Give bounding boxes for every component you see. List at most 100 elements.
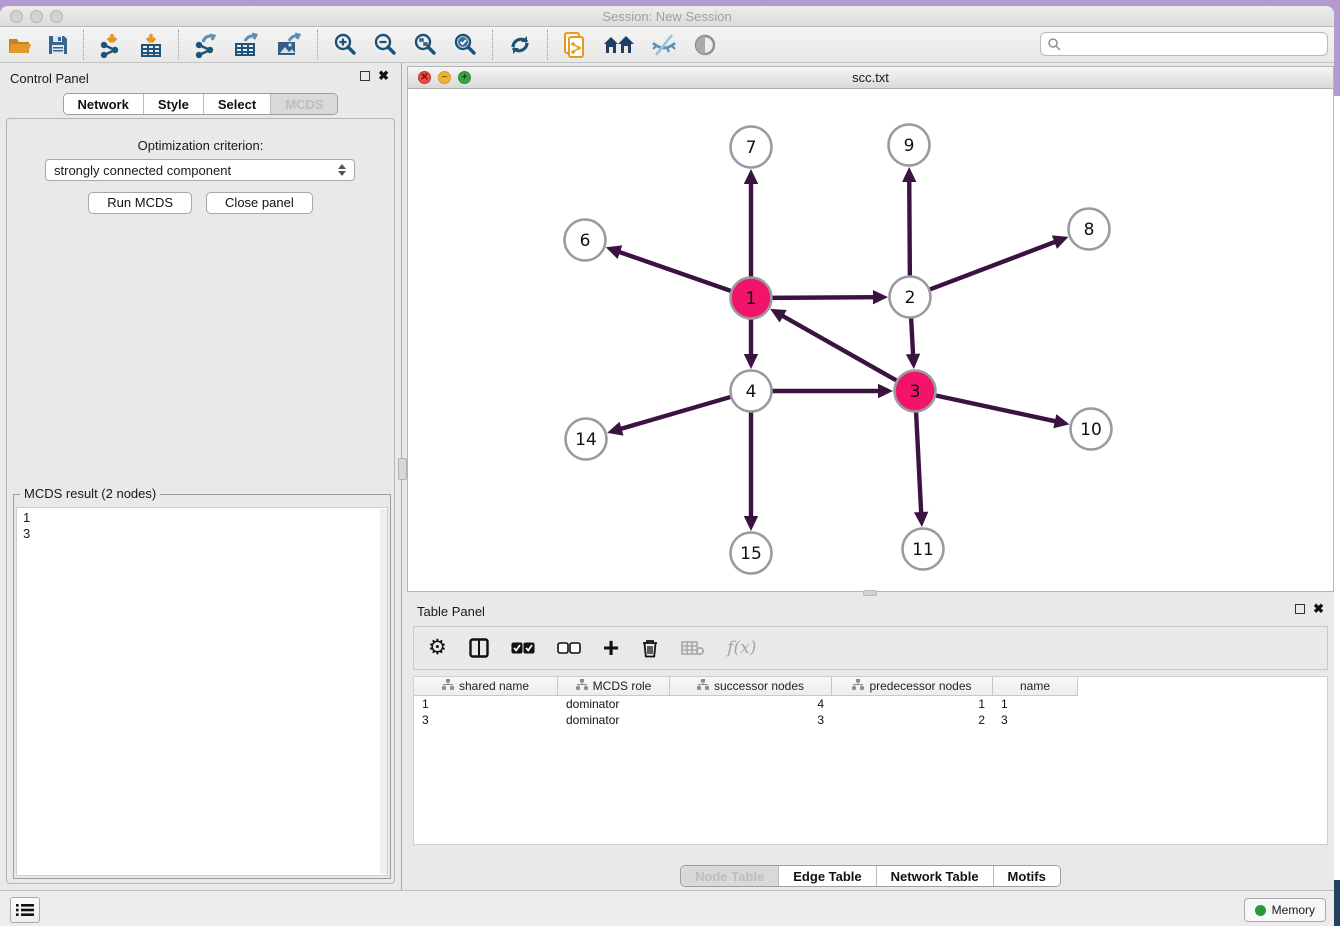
- show-all-icon[interactable]: [692, 29, 718, 61]
- optimization-criterion-label: Optimization criterion:: [7, 138, 394, 153]
- node-4[interactable]: 4: [731, 371, 772, 412]
- arrowhead-2-3: [906, 354, 920, 369]
- first-neighbors-icon[interactable]: [602, 29, 636, 61]
- edge-3-1[interactable]: [781, 315, 899, 382]
- cell[interactable]: 1: [832, 696, 993, 712]
- split-columns-icon[interactable]: [469, 638, 489, 658]
- optimization-criterion-select[interactable]: strongly connected component: [45, 159, 355, 181]
- table-toolbar: ⚙ + f(x): [413, 626, 1328, 670]
- open-session-icon[interactable]: [7, 29, 33, 61]
- edge-3-10[interactable]: [934, 395, 1058, 422]
- scrollbar-track[interactable]: [380, 509, 387, 874]
- arrowhead-2-9: [902, 167, 916, 182]
- delete-column-icon[interactable]: [641, 638, 659, 658]
- column-header-MCDS-role[interactable]: MCDS role: [558, 677, 670, 696]
- node-14[interactable]: 14: [566, 419, 607, 460]
- hide-selected-icon[interactable]: [650, 29, 678, 61]
- export-network-icon[interactable]: [193, 29, 219, 61]
- node-7[interactable]: 7: [731, 127, 772, 168]
- task-history-button[interactable]: [10, 897, 40, 923]
- cell[interactable]: 3: [670, 712, 832, 728]
- toolbar-separator: [492, 30, 493, 60]
- horizontal-splitter-grip[interactable]: [863, 590, 877, 596]
- tab-node-table[interactable]: Node Table: [681, 866, 778, 886]
- node-6[interactable]: 6: [565, 220, 606, 261]
- column-label: successor nodes: [714, 679, 804, 693]
- cell[interactable]: 1: [414, 696, 558, 712]
- arrowhead-4-14: [607, 422, 623, 436]
- new-network-from-selection-icon[interactable]: [562, 29, 588, 61]
- function-builder-icon[interactable]: f(x): [727, 638, 756, 658]
- float-panel-icon[interactable]: [1295, 604, 1305, 614]
- float-panel-icon[interactable]: [360, 71, 370, 81]
- cell[interactable]: 3: [414, 712, 558, 728]
- node-2[interactable]: 2: [890, 277, 931, 318]
- node-15[interactable]: 15: [731, 533, 772, 574]
- close-panel-icon[interactable]: ✖: [378, 71, 389, 81]
- edge-1-6[interactable]: [617, 251, 733, 292]
- edge-3-11[interactable]: [916, 410, 921, 515]
- cell[interactable]: dominator: [558, 712, 670, 728]
- tab-network[interactable]: Network: [64, 94, 143, 114]
- zoom-out-icon[interactable]: [372, 29, 398, 61]
- node-8[interactable]: 8: [1069, 209, 1110, 250]
- mcds-result-list[interactable]: 1 3: [16, 507, 388, 876]
- cell[interactable]: 3: [993, 712, 1078, 728]
- column-label: predecessor nodes: [869, 679, 971, 693]
- tab-edge-table[interactable]: Edge Table: [778, 866, 875, 886]
- gear-icon[interactable]: ⚙: [428, 638, 447, 658]
- node-1[interactable]: 1: [731, 278, 772, 319]
- network-canvas[interactable]: 7 9 6 8 1 2 4 3 14 10 15 11: [408, 89, 1333, 591]
- selected-option: strongly connected component: [54, 163, 338, 178]
- cell[interactable]: dominator: [558, 696, 670, 712]
- memory-button[interactable]: Memory: [1244, 898, 1326, 922]
- deselect-all-checkboxes-icon[interactable]: [557, 642, 581, 654]
- search-input[interactable]: [1065, 37, 1327, 51]
- table-row[interactable]: 1dominator411: [414, 696, 1327, 712]
- zoom-in-icon[interactable]: [332, 29, 358, 61]
- column-header-shared-name[interactable]: shared name: [414, 677, 558, 696]
- tab-select[interactable]: Select: [203, 94, 270, 114]
- node-label-15: 15: [740, 544, 762, 564]
- select-all-checkboxes-icon[interactable]: [511, 642, 535, 654]
- node-10[interactable]: 10: [1071, 409, 1112, 450]
- import-network-icon[interactable]: [98, 29, 124, 61]
- zoom-fit-icon[interactable]: [412, 29, 438, 61]
- edge-4-14[interactable]: [619, 396, 733, 429]
- column-header-predecessor-nodes[interactable]: predecessor nodes: [832, 677, 993, 696]
- cell[interactable]: 2: [832, 712, 993, 728]
- tab-motifs[interactable]: Motifs: [993, 866, 1060, 886]
- add-column-icon[interactable]: +: [603, 638, 619, 658]
- close-panel-button[interactable]: Close panel: [206, 192, 313, 214]
- tab-style[interactable]: Style: [143, 94, 203, 114]
- arrowhead-1-6: [606, 245, 623, 259]
- cell[interactable]: 4: [670, 696, 832, 712]
- edge-1-2[interactable]: [770, 297, 876, 298]
- network-window-titlebar[interactable]: ✕ − + scc.txt: [408, 67, 1333, 89]
- close-panel-icon[interactable]: ✖: [1313, 604, 1324, 614]
- refresh-layout-icon[interactable]: [507, 29, 533, 61]
- node-3[interactable]: 3: [895, 371, 936, 412]
- edge-2-3[interactable]: [911, 316, 913, 357]
- node-9[interactable]: 9: [889, 125, 930, 166]
- splitter-grip[interactable]: [398, 458, 407, 480]
- delete-table-icon[interactable]: [681, 640, 705, 656]
- mcds-result-title: MCDS result (2 nodes): [20, 486, 160, 501]
- run-mcds-button[interactable]: Run MCDS: [88, 192, 192, 214]
- node-11[interactable]: 11: [903, 529, 944, 570]
- table-row[interactable]: 3dominator323: [414, 712, 1327, 728]
- toolbar-separator: [317, 30, 318, 60]
- column-header-successor-nodes[interactable]: successor nodes: [670, 677, 832, 696]
- export-image-icon[interactable]: [275, 29, 303, 61]
- cell[interactable]: 1: [993, 696, 1078, 712]
- edge-2-8[interactable]: [928, 241, 1057, 290]
- tab-network-table[interactable]: Network Table: [876, 866, 993, 886]
- save-session-icon[interactable]: [47, 29, 69, 61]
- edge-2-9[interactable]: [909, 179, 910, 278]
- search-field[interactable]: [1040, 32, 1328, 56]
- zoom-selected-icon[interactable]: [452, 29, 478, 61]
- column-header-name[interactable]: name: [993, 677, 1078, 696]
- export-table-icon[interactable]: [233, 29, 261, 61]
- import-table-icon[interactable]: [138, 29, 164, 61]
- tab-mcds[interactable]: MCDS: [270, 94, 337, 114]
